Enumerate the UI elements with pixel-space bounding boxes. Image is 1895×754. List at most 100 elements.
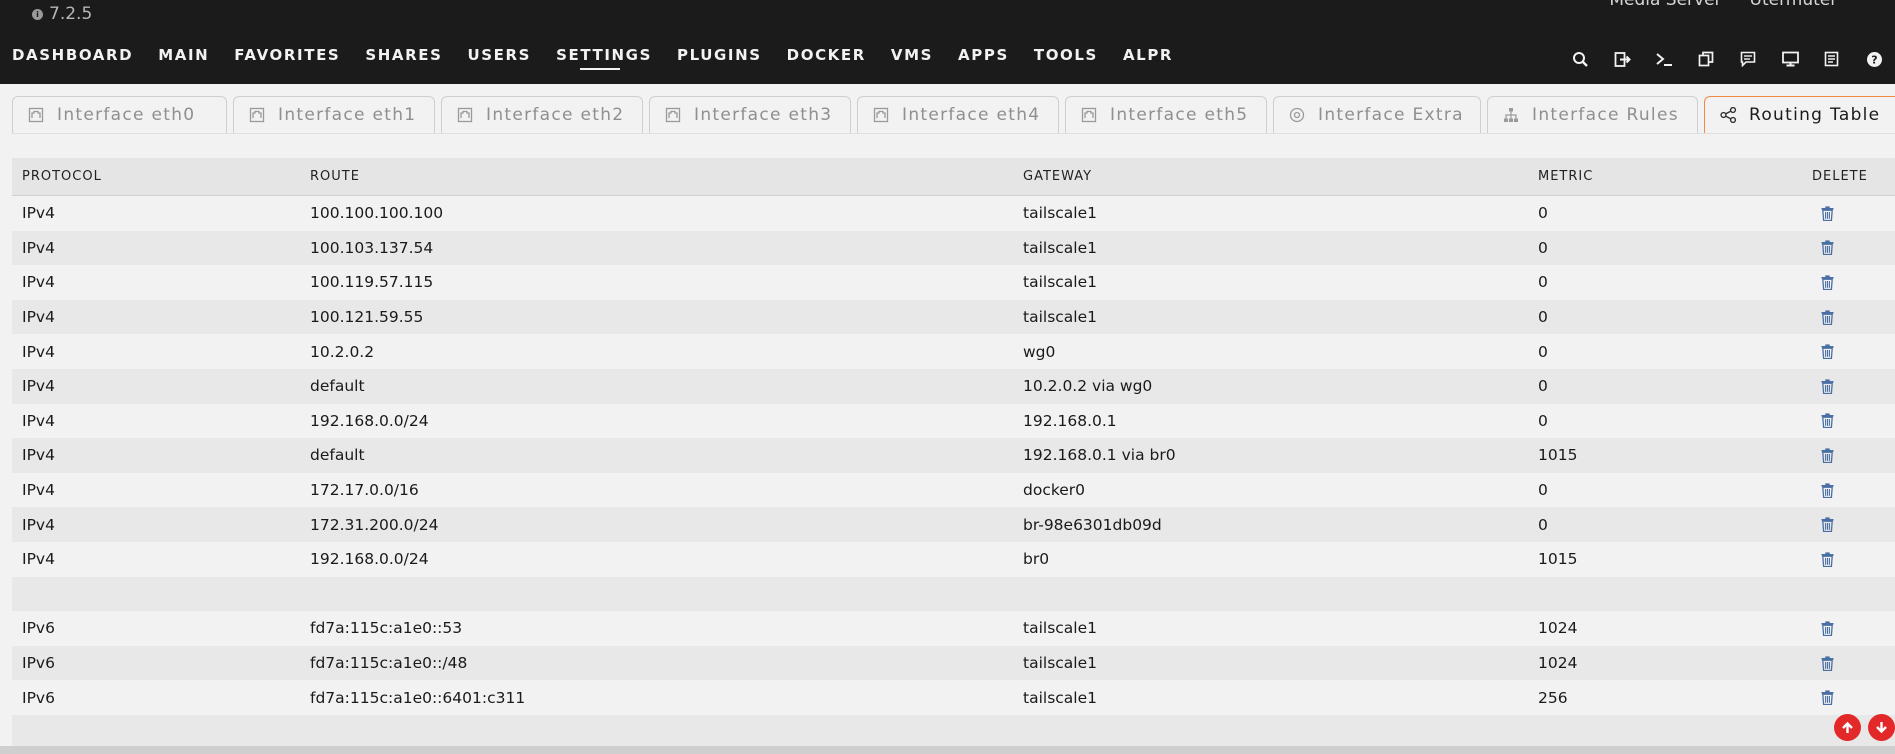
cell-route: 100.100.100.100 <box>310 204 444 223</box>
trash-icon[interactable] <box>1820 690 1834 706</box>
trash-icon[interactable] <box>1820 482 1834 498</box>
tab-interface-eth0[interactable]: Interface eth0 <box>12 96 227 133</box>
nav-docker[interactable]: DOCKER <box>787 46 866 72</box>
cell-gateway: 10.2.0.2 via wg0 <box>1023 377 1153 396</box>
col-delete: DELETE <box>1812 169 1868 184</box>
cell-gateway: tailscale1 <box>1023 654 1097 673</box>
copy-icon[interactable] <box>1685 48 1727 70</box>
trash-icon[interactable] <box>1820 205 1834 221</box>
network-icon <box>248 106 266 124</box>
logout-icon[interactable] <box>1601 48 1643 70</box>
scroll-up-icon[interactable] <box>1834 714 1861 741</box>
share-icon <box>1719 106 1737 124</box>
nav-shares[interactable]: SHARES <box>365 46 442 72</box>
nav-alpr[interactable]: ALPR <box>1123 46 1173 72</box>
nav-plugins[interactable]: PLUGINS <box>677 46 762 72</box>
nav-main[interactable]: MAIN <box>158 46 209 72</box>
tab-label: Routing Table <box>1749 105 1881 125</box>
tab-interface-eth2[interactable]: Interface eth2 <box>441 96 643 133</box>
feedback-icon[interactable] <box>1727 48 1769 70</box>
table-row: IPv4 172.17.0.0/16 docker0 0 <box>12 472 1895 508</box>
tab-label: Interface eth1 <box>278 105 417 125</box>
log-icon[interactable] <box>1811 48 1853 70</box>
cell-metric: 0 <box>1538 377 1548 396</box>
nav-users[interactable]: USERS <box>468 46 532 72</box>
tab-label: Interface eth4 <box>902 105 1041 125</box>
svg-text:?: ? <box>1871 53 1877 66</box>
server-user[interactable]: Utermutel <box>1750 0 1835 10</box>
tab-routing-table[interactable]: Routing Table <box>1704 96 1895 133</box>
tab-interface-extra[interactable]: Interface Extra <box>1273 96 1481 133</box>
nav-vms[interactable]: VMS <box>891 46 933 72</box>
network-icon <box>456 106 474 124</box>
target-icon <box>1288 106 1306 124</box>
cell-metric: 1015 <box>1538 446 1578 465</box>
trash-icon[interactable] <box>1820 517 1834 533</box>
cell-route: 172.17.0.0/16 <box>310 481 419 500</box>
cell-route: 100.121.59.55 <box>310 308 424 327</box>
tab-interface-rules[interactable]: Interface Rules <box>1487 96 1698 133</box>
help-icon[interactable]: ? <box>1853 48 1895 70</box>
tab-divider <box>12 133 1895 134</box>
scroll-down-icon[interactable] <box>1868 714 1895 741</box>
cell-protocol: IPv4 <box>22 377 55 396</box>
cell-protocol: IPv4 <box>22 308 55 327</box>
nav-apps[interactable]: APPS <box>958 46 1009 72</box>
tab-interface-eth4[interactable]: Interface eth4 <box>857 96 1059 133</box>
cell-protocol: IPv4 <box>22 204 55 223</box>
tab-label: Interface eth0 <box>57 105 196 125</box>
col-gateway: GATEWAY <box>1023 169 1093 184</box>
cell-route: 172.31.200.0/24 <box>310 515 439 534</box>
nav-favorites[interactable]: FAVORITES <box>234 46 340 72</box>
cell-gateway: wg0 <box>1023 342 1056 361</box>
cell-route: default <box>310 446 365 465</box>
cell-gateway: tailscale1 <box>1023 204 1097 223</box>
table-row: IPv4 100.121.59.55 tailscale1 0 <box>12 299 1895 335</box>
trash-icon[interactable] <box>1820 378 1834 394</box>
server-name: Media Server <box>1609 0 1722 10</box>
info-icon: i <box>32 8 43 20</box>
cell-gateway: 192.168.0.1 <box>1023 411 1117 430</box>
table-row: IPv4 10.2.0.2 wg0 0 <box>12 334 1895 369</box>
trash-icon[interactable] <box>1820 344 1834 360</box>
cell-protocol: IPv4 <box>22 238 55 257</box>
trash-icon[interactable] <box>1820 413 1834 429</box>
tab-interface-eth1[interactable]: Interface eth1 <box>233 96 435 133</box>
nav-dashboard[interactable]: DASHBOARD <box>12 46 133 72</box>
cell-gateway: br0 <box>1023 550 1050 569</box>
version-badge[interactable]: i 7.2.5 <box>32 4 92 24</box>
cell-protocol: IPv4 <box>22 550 55 569</box>
trash-icon[interactable] <box>1820 274 1834 290</box>
trash-icon[interactable] <box>1820 551 1834 567</box>
table-body: IPv4 100.100.100.100 tailscale1 0 IPv4 100.10… <box>12 196 1895 750</box>
tab-interface-eth3[interactable]: Interface eth3 <box>649 96 851 133</box>
search-icon[interactable] <box>1559 48 1601 70</box>
cell-metric: 1024 <box>1538 654 1578 673</box>
nav-settings[interactable]: SETTINGS <box>556 46 652 72</box>
network-icon <box>872 106 890 124</box>
table-row: IPv4 192.168.0.0/24 192.168.0.1 0 <box>12 403 1895 439</box>
cell-protocol: IPv4 <box>22 446 55 465</box>
terminal-icon[interactable] <box>1643 48 1685 70</box>
trash-icon[interactable] <box>1820 240 1834 256</box>
table-row: IPv4 100.103.137.54 tailscale1 0 <box>12 230 1895 266</box>
display-icon[interactable] <box>1769 48 1811 70</box>
cell-metric: 256 <box>1538 688 1568 707</box>
cell-metric: 0 <box>1538 238 1548 257</box>
trash-icon[interactable] <box>1820 309 1834 325</box>
tab-label: Interface eth5 <box>1110 105 1249 125</box>
network-icon <box>27 106 45 124</box>
tab-interface-eth5[interactable]: Interface eth5 <box>1065 96 1267 133</box>
trash-icon[interactable] <box>1820 447 1834 463</box>
cell-metric: 0 <box>1538 342 1548 361</box>
nav-tools[interactable]: TOOLS <box>1034 46 1098 72</box>
network-icon <box>1080 106 1098 124</box>
cell-route: 100.103.137.54 <box>310 238 434 257</box>
table-spacer-row <box>12 576 1895 612</box>
table-row: IPv4 default 10.2.0.2 via wg0 0 <box>12 368 1895 404</box>
trash-icon[interactable] <box>1820 620 1834 636</box>
server-info: Media Server Utermutel <box>1609 0 1835 10</box>
cell-gateway: tailscale1 <box>1023 308 1097 327</box>
cell-route: 192.168.0.0/24 <box>310 550 429 569</box>
trash-icon[interactable] <box>1820 655 1834 671</box>
